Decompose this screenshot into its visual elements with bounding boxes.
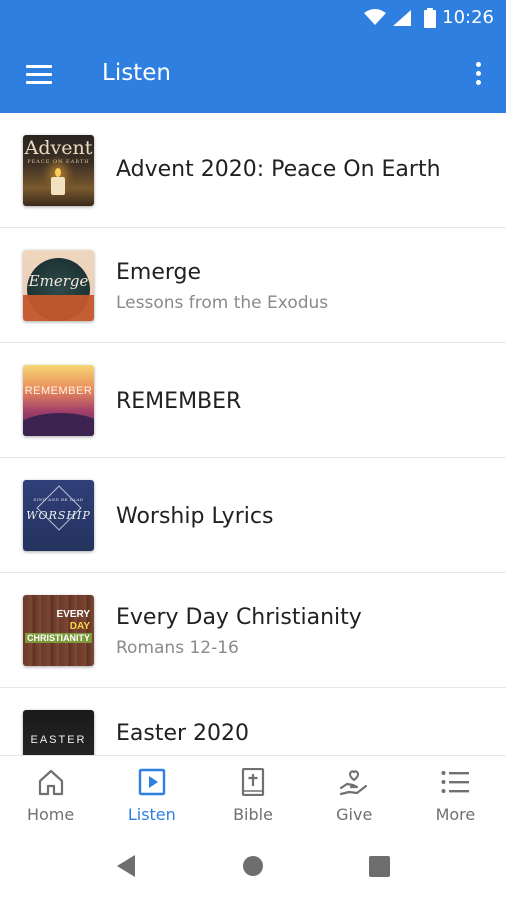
battery-icon — [424, 8, 436, 28]
tab-bible[interactable]: Bible — [202, 756, 303, 833]
thumbnail-subtext: PEACE ON EARTH — [27, 159, 90, 165]
series-thumbnail: Advent PEACE ON EARTH — [23, 135, 94, 206]
status-bar: 10:26 — [0, 0, 506, 36]
candle-flame — [55, 168, 61, 177]
tab-label: Bible — [233, 805, 273, 824]
series-thumbnail: Emerge — [23, 250, 94, 321]
wifi-icon — [364, 9, 386, 25]
status-time: 10:26 — [442, 7, 494, 28]
thumbnail-text: REMEMBER — [24, 385, 93, 397]
thumbnail-text: EVERY — [56, 609, 90, 620]
list-item-title: Advent 2020: Peace On Earth — [116, 157, 441, 182]
tab-home[interactable]: Home — [0, 756, 101, 833]
home-icon — [38, 769, 63, 796]
series-thumbnail: SING AND BE GLAD WORSHIP — [23, 480, 94, 551]
more-vert-icon[interactable] — [468, 58, 488, 90]
thumbnail-text: WORSHIP — [26, 509, 91, 522]
play-box-icon — [138, 768, 165, 796]
list-item-title: Every Day Christianity — [116, 605, 362, 630]
tab-label: Listen — [127, 805, 176, 824]
list-icon — [441, 771, 470, 793]
tab-label: Home — [26, 805, 75, 824]
top-bar: 10:26 Listen — [0, 0, 506, 113]
list-item-title: Emerge — [116, 260, 202, 285]
list-item-worship-lyrics[interactable]: SING AND BE GLAD WORSHIP Worship Lyrics — [0, 458, 506, 573]
list-item-subtitle: Romans 12-16 — [116, 638, 239, 658]
thumbnail-hill — [23, 413, 94, 436]
home-circle-icon[interactable] — [242, 855, 264, 877]
thumbnail-text: Advent — [24, 137, 93, 159]
candle — [51, 177, 65, 195]
thumbnail-hexagon — [36, 485, 82, 531]
cell-signal-icon — [393, 10, 411, 26]
app-bar: Listen — [0, 36, 506, 113]
system-navigation-bar — [0, 833, 506, 900]
page-title: Listen — [102, 60, 171, 86]
series-list: Advent PEACE ON EARTH Advent 2020: Peace… — [0, 113, 506, 755]
list-item-easter-2020[interactable]: EASTER Easter 2020 — [0, 688, 506, 755]
tab-give[interactable]: Give — [304, 756, 405, 833]
tab-label: Give — [336, 805, 373, 824]
tab-label: More — [435, 805, 476, 824]
tab-more[interactable]: More — [405, 756, 506, 833]
list-item-title: REMEMBER — [116, 389, 242, 414]
recents-square-icon[interactable] — [369, 856, 390, 877]
thumbnail-text: Emerge — [28, 272, 89, 290]
bible-icon — [241, 768, 265, 796]
list-item-emerge[interactable]: Emerge Emerge Lessons from the Exodus — [0, 228, 506, 343]
back-icon[interactable] — [115, 853, 137, 879]
list-item-every-day-christianity[interactable]: EVERY DAY CHRISTIANITY Every Day Christi… — [0, 573, 506, 688]
thumbnail-text: EASTER — [30, 734, 87, 746]
series-thumbnail: REMEMBER — [23, 365, 94, 436]
tab-listen[interactable]: Listen — [101, 756, 202, 833]
give-hand-heart-icon — [340, 770, 368, 796]
list-item-subtitle: Lessons from the Exodus — [116, 293, 329, 313]
list-item-title: Worship Lyrics — [116, 504, 274, 529]
thumbnail-subtext: SING AND BE GLAD — [33, 497, 84, 502]
thumbnail-text: CHRISTIANITY — [25, 633, 92, 643]
series-thumbnail: EVERY DAY CHRISTIANITY — [23, 595, 94, 666]
list-item-advent[interactable]: Advent PEACE ON EARTH Advent 2020: Peace… — [0, 113, 506, 228]
hamburger-menu-icon[interactable] — [20, 56, 58, 94]
bottom-navigation: Home Listen Bible Give More — [0, 755, 506, 833]
thumbnail-band — [23, 295, 94, 321]
thumbnail-text: DAY — [69, 621, 90, 632]
list-item-title: Easter 2020 — [116, 721, 250, 746]
series-thumbnail: EASTER — [23, 710, 94, 755]
list-item-remember[interactable]: REMEMBER REMEMBER — [0, 343, 506, 458]
